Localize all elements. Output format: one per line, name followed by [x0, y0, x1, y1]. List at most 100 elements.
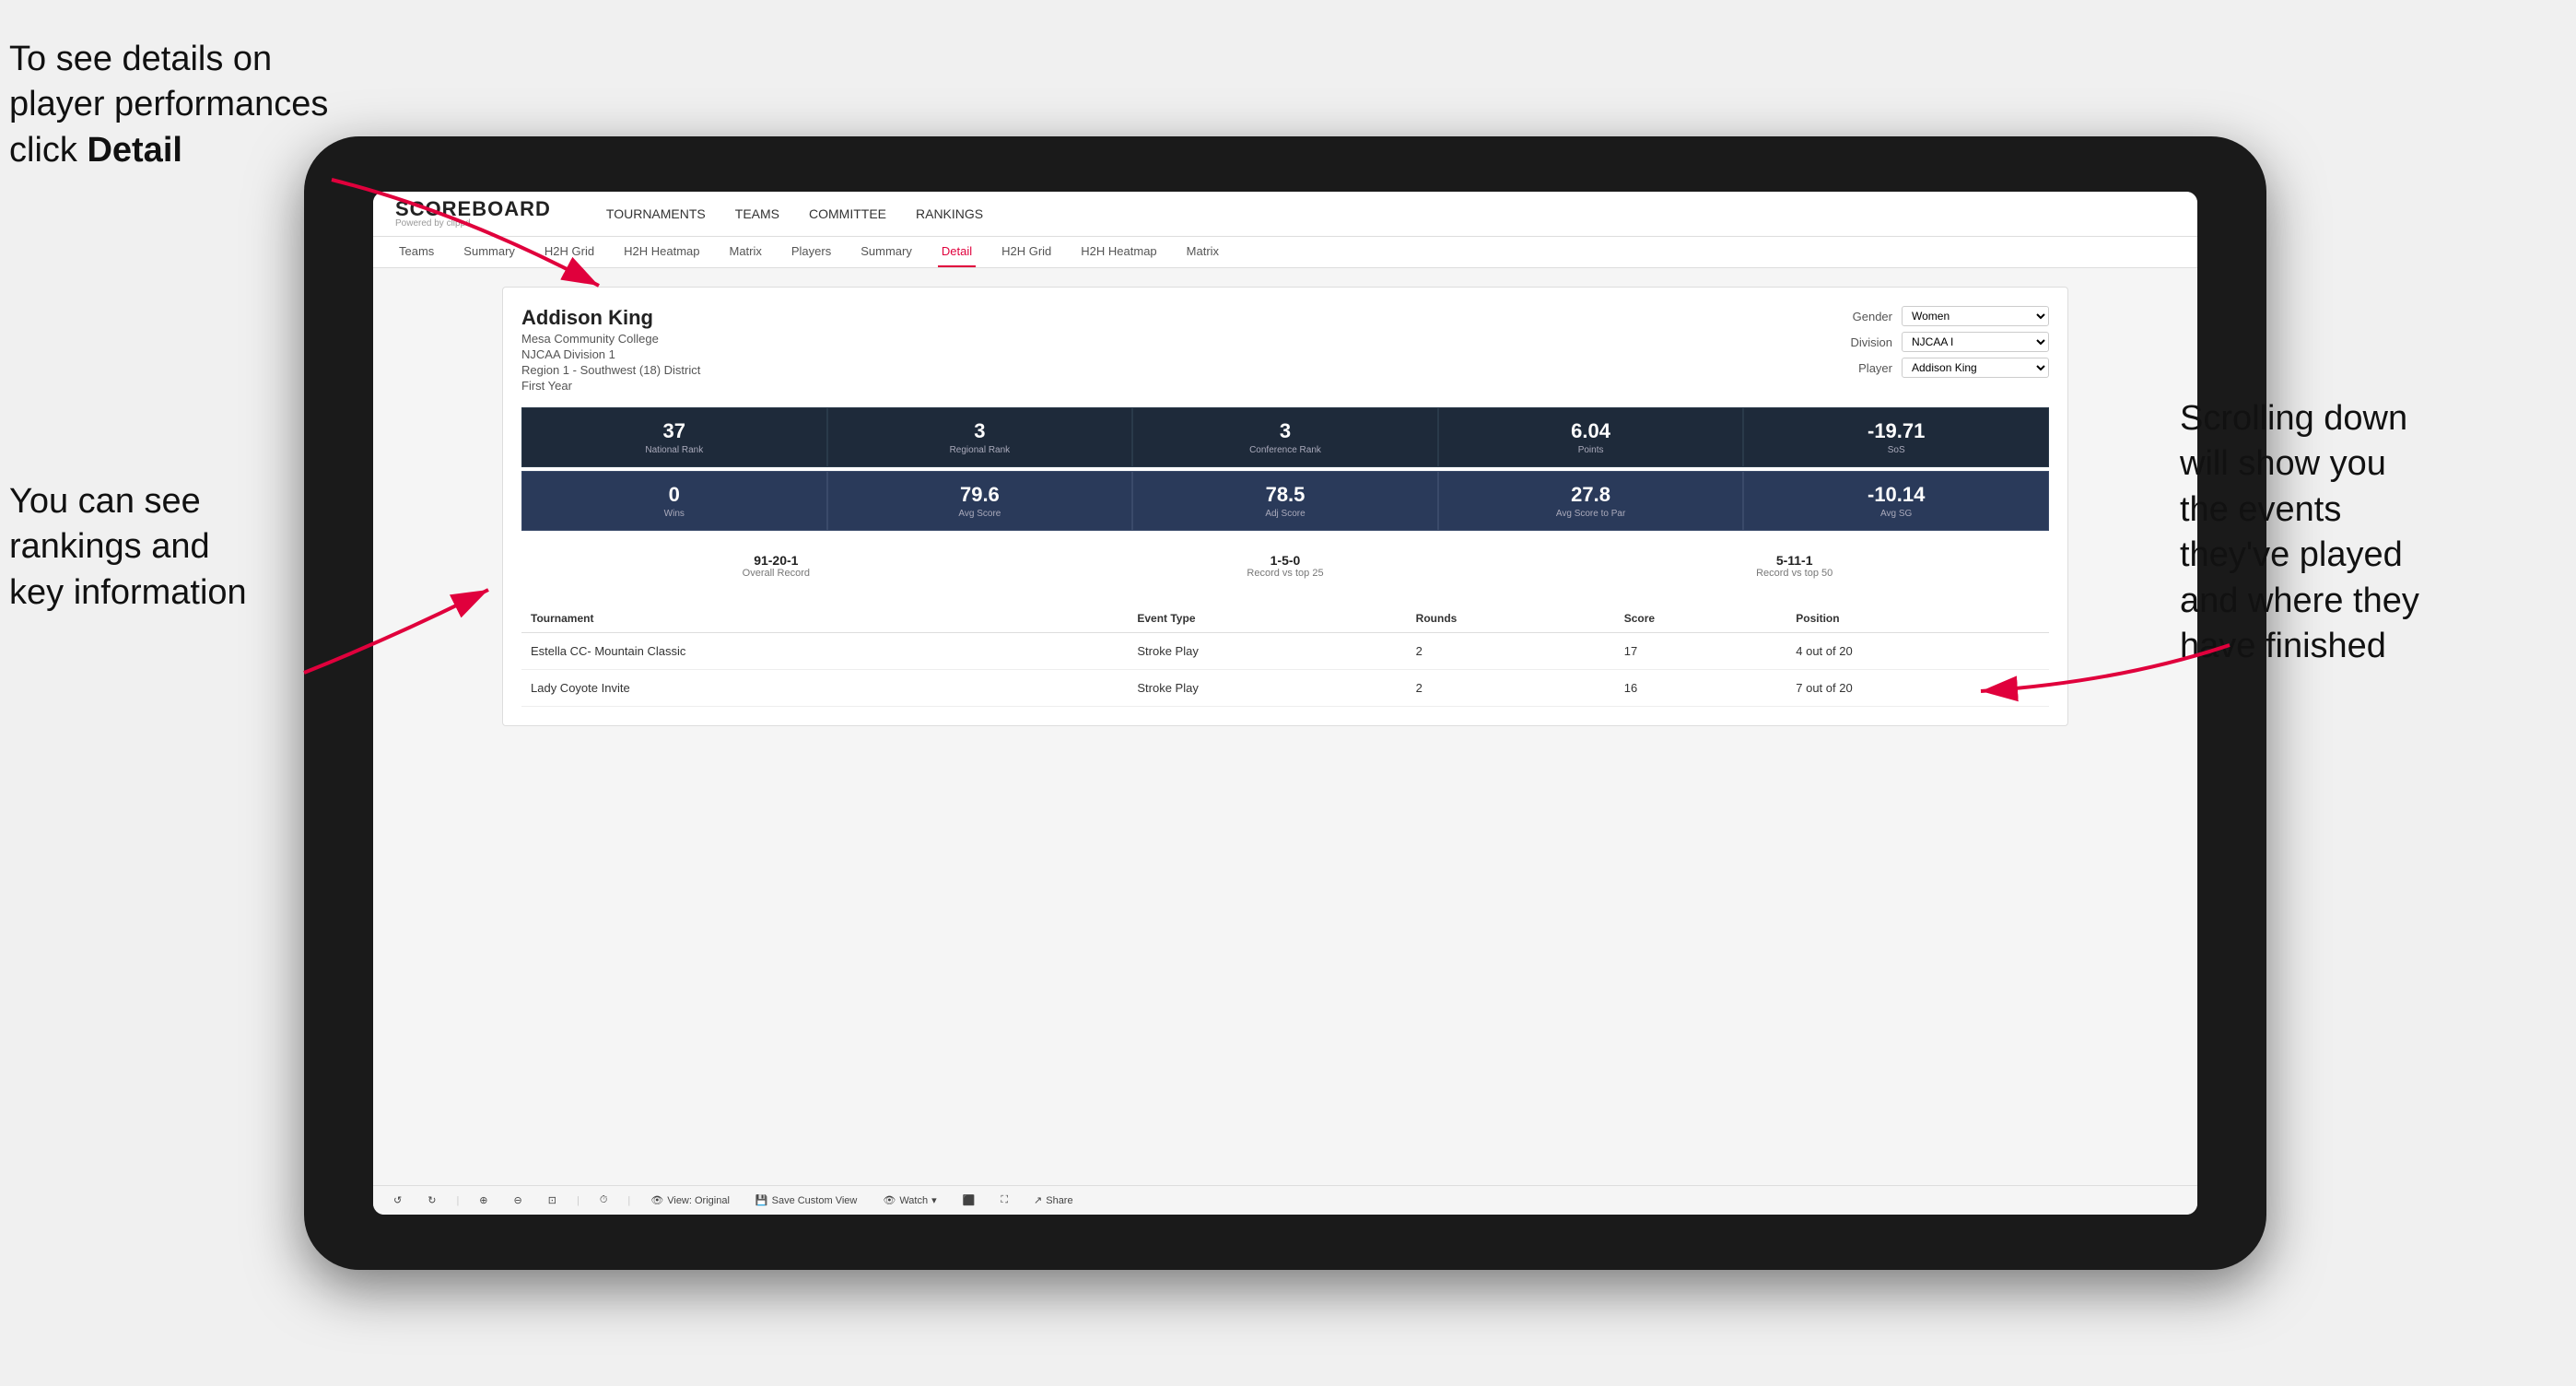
gender-label: Gender [1853, 310, 1892, 323]
tab-h2h-grid2[interactable]: H2H Grid [998, 237, 1055, 267]
toolbar-sep1: | [456, 1195, 459, 1206]
col-rounds: Rounds [1407, 605, 1615, 633]
col-event-type: Event Type [1128, 605, 1406, 633]
player-select[interactable]: Addison King [1902, 358, 2049, 378]
nav-teams[interactable]: TEAMS [735, 206, 779, 221]
col-tournament: Tournament [521, 605, 1128, 633]
app-header: SCOREBOARD Powered by clippd TOURNAMENTS… [373, 192, 2197, 237]
tablet-frame: SCOREBOARD Powered by clippd TOURNAMENTS… [304, 136, 2266, 1270]
tab-teams[interactable]: Teams [395, 237, 438, 267]
rounds-2: 2 [1407, 670, 1615, 707]
redo-button[interactable]: ↻ [422, 1192, 441, 1209]
toolbar-sep3: | [627, 1195, 630, 1206]
zoom-out-button[interactable]: ⊖ [509, 1192, 528, 1209]
stat-wins-value: 0 [530, 483, 819, 507]
tab-matrix2[interactable]: Matrix [1183, 237, 1223, 267]
undo-button[interactable]: ↺ [388, 1192, 407, 1209]
logo-title: SCOREBOARD [395, 199, 551, 219]
save-custom-button[interactable]: 💾 Save Custom View [750, 1192, 862, 1209]
stat-avg-score-value: 79.6 [836, 483, 1125, 507]
stat-avg-sg-label: Avg SG [1751, 509, 2041, 519]
device-button[interactable]: ⬛ [957, 1192, 981, 1209]
toolbar-sep2: | [577, 1195, 580, 1206]
main-nav: TOURNAMENTS TEAMS COMMITTEE RANKINGS [606, 206, 983, 221]
view-original-label: View: Original [667, 1195, 730, 1206]
division-select[interactable]: NJCAA I [1902, 332, 2049, 352]
share-button[interactable]: ↗ Share [1028, 1192, 1079, 1209]
tab-summary[interactable]: Summary [460, 237, 519, 267]
nav-committee[interactable]: COMMITTEE [809, 206, 886, 221]
player-header: Addison King Mesa Community College NJCA… [521, 306, 2049, 393]
record-top50-value: 5-11-1 [1547, 553, 2042, 568]
share-label: Share [1046, 1195, 1072, 1206]
stat-adj-score-label: Adj Score [1141, 509, 1430, 519]
tab-h2h-grid[interactable]: H2H Grid [541, 237, 598, 267]
expand-button[interactable]: ⛶ [995, 1192, 1013, 1209]
event-type-2: Stroke Play [1128, 670, 1406, 707]
tournament-name-2: Lady Coyote Invite [521, 670, 1128, 707]
player-region: Region 1 - Southwest (18) District [521, 363, 700, 377]
rounds-1: 2 [1407, 633, 1615, 670]
stat-avg-sg: -10.14 Avg SG [1743, 471, 2049, 531]
score-2: 16 [1615, 670, 1787, 707]
record-top25: 1-5-0 Record vs top 25 [1031, 546, 1540, 586]
division-label: Division [1850, 335, 1892, 349]
tab-matrix[interactable]: Matrix [725, 237, 765, 267]
stat-points: 6.04 Points [1438, 407, 1744, 467]
stat-avg-score-label: Avg Score [836, 509, 1125, 519]
stat-adj-score: 78.5 Adj Score [1132, 471, 1438, 531]
zoom-in-button[interactable]: ⊕ [474, 1192, 493, 1209]
scoreboard-logo: SCOREBOARD Powered by clippd [395, 199, 551, 229]
player-school: Mesa Community College [521, 332, 700, 346]
gender-control: Gender Women [1853, 306, 2049, 326]
logo-subtitle: Powered by clippd [395, 219, 551, 229]
annotation-topleft: To see details on player performances cl… [9, 37, 341, 173]
watch-button[interactable]: 👁 Watch ▾ [877, 1192, 942, 1209]
record-top50: 5-11-1 Record vs top 50 [1540, 546, 2049, 586]
tab-h2h-heatmap2[interactable]: H2H Heatmap [1077, 237, 1160, 267]
tab-summary2[interactable]: Summary [857, 237, 916, 267]
gender-select[interactable]: Women [1902, 306, 2049, 326]
player-panel: Addison King Mesa Community College NJCA… [502, 287, 2068, 726]
stat-avg-score: 79.6 Avg Score [827, 471, 1133, 531]
tab-players[interactable]: Players [788, 237, 835, 267]
annotation-bottomleft: You can see rankings and key information [9, 479, 322, 616]
clock-button[interactable]: ⏱ [594, 1192, 614, 1209]
stat-wins-label: Wins [530, 509, 819, 519]
stats-row2: 0 Wins 79.6 Avg Score 78.5 Adj Score 27.… [521, 471, 2049, 531]
stat-conference-rank-value: 3 [1141, 419, 1430, 443]
record-top25-value: 1-5-0 [1038, 553, 1533, 568]
event-type-1: Stroke Play [1128, 633, 1406, 670]
player-division: NJCAA Division 1 [521, 347, 700, 361]
stat-regional-rank-label: Regional Rank [836, 445, 1125, 455]
stat-avg-score-par-label: Avg Score to Par [1446, 509, 1736, 519]
records-row: 91-20-1 Overall Record 1-5-0 Record vs t… [521, 546, 2049, 586]
fit-button[interactable]: ⊡ [543, 1192, 562, 1209]
annotation-right: Scrolling down will show you the events … [2180, 396, 2567, 669]
player-info: Addison King Mesa Community College NJCA… [521, 306, 700, 393]
table-row: Estella CC- Mountain Classic Stroke Play… [521, 633, 2049, 670]
save-icon: 💾 [755, 1194, 768, 1206]
view-icon: 👁 [650, 1194, 663, 1206]
player-label: Player [1858, 361, 1892, 375]
stat-sos-label: SoS [1751, 445, 2041, 455]
stats-row1: 37 National Rank 3 Regional Rank 3 Confe… [521, 407, 2049, 467]
view-original-button[interactable]: 👁 View: Original [645, 1192, 735, 1209]
stat-adj-score-value: 78.5 [1141, 483, 1430, 507]
record-overall-value: 91-20-1 [529, 553, 1024, 568]
stat-conference-rank-label: Conference Rank [1141, 445, 1430, 455]
tab-h2h-heatmap[interactable]: H2H Heatmap [620, 237, 703, 267]
tab-detail[interactable]: Detail [938, 237, 976, 267]
score-1: 17 [1615, 633, 1787, 670]
tablet-screen: SCOREBOARD Powered by clippd TOURNAMENTS… [373, 192, 2197, 1215]
record-overall: 91-20-1 Overall Record [521, 546, 1031, 586]
record-overall-label: Overall Record [529, 568, 1024, 579]
stat-sos-value: -19.71 [1751, 419, 2041, 443]
nav-rankings[interactable]: RANKINGS [916, 206, 983, 221]
stat-avg-score-par-value: 27.8 [1446, 483, 1736, 507]
stat-points-label: Points [1446, 445, 1736, 455]
record-top50-label: Record vs top 50 [1547, 568, 2042, 579]
stat-national-rank-label: National Rank [530, 445, 819, 455]
col-position: Position [1786, 605, 2049, 633]
nav-tournaments[interactable]: TOURNAMENTS [606, 206, 706, 221]
